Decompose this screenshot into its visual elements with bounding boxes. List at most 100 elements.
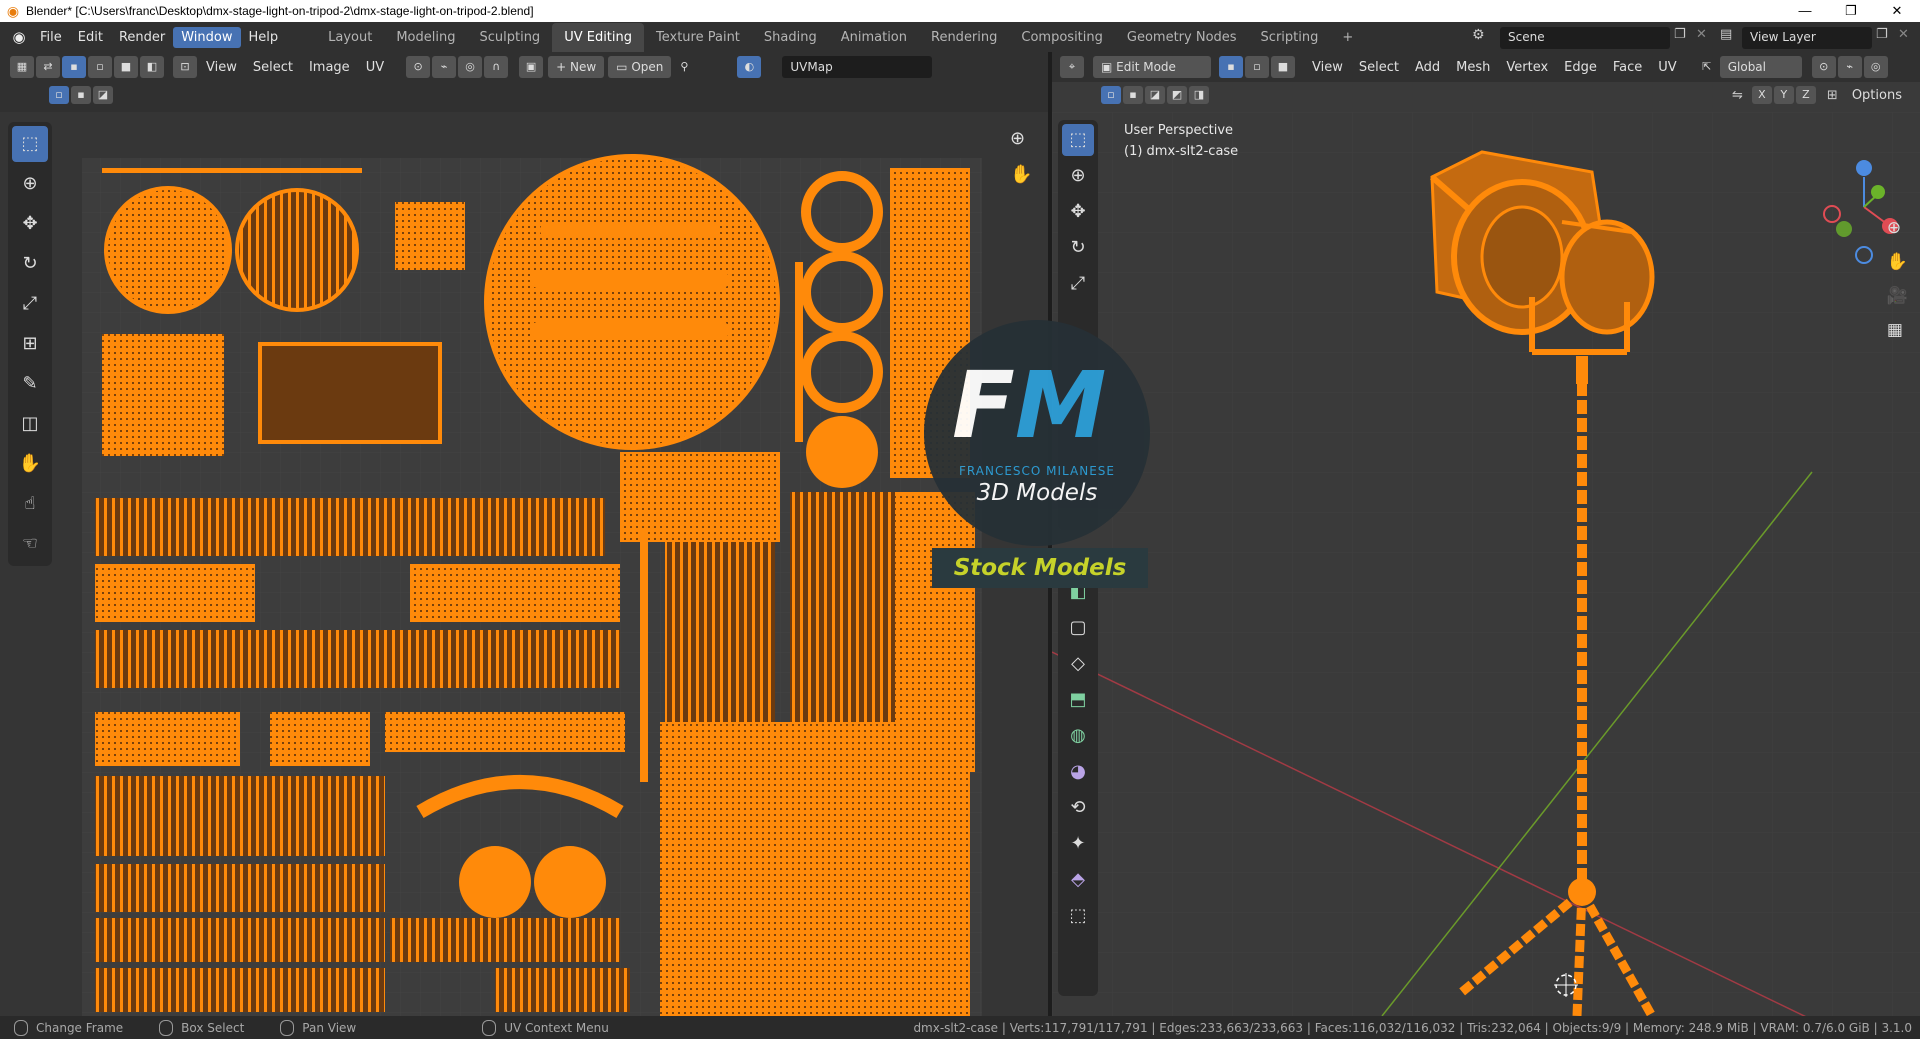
loop-cut-icon[interactable]: ⬒ bbox=[1062, 684, 1094, 716]
maximize-button[interactable]: ❐ bbox=[1828, 0, 1874, 22]
view-layer-remove-icon[interactable]: ✕ bbox=[1898, 27, 1909, 42]
viewport-proportional-icon[interactable]: ◎ bbox=[1863, 56, 1888, 78]
pivot-point-icon[interactable]: ⊙ bbox=[1811, 56, 1836, 78]
poly-build-icon[interactable]: ◕ bbox=[1062, 756, 1094, 788]
vp-select-box-icon[interactable]: ⬚ bbox=[1062, 124, 1094, 156]
vp-pan-icon[interactable]: ✋ bbox=[1887, 252, 1908, 272]
gizmo-neg-y-icon[interactable] bbox=[1836, 221, 1852, 237]
annotate-tool-icon[interactable]: ✎ bbox=[12, 366, 48, 402]
tab-scripting[interactable]: Scripting bbox=[1249, 23, 1331, 52]
rip-tool-icon[interactable]: ◫ bbox=[12, 406, 48, 442]
select-box-tool-icon[interactable]: ⬚ bbox=[12, 126, 48, 162]
view-layer-new-icon[interactable]: ❐ bbox=[1876, 27, 1888, 42]
vp-menu-add[interactable]: Add bbox=[1407, 60, 1448, 75]
spin-icon[interactable]: ⟲ bbox=[1062, 792, 1094, 824]
uv-canvas[interactable] bbox=[0, 112, 1048, 1016]
mirror-x-button[interactable]: X bbox=[1751, 86, 1772, 104]
tab-compositing[interactable]: Compositing bbox=[1009, 23, 1115, 52]
viewport-canvas[interactable] bbox=[1052, 112, 1920, 1016]
add-workspace-button[interactable]: + bbox=[1330, 23, 1365, 52]
close-button[interactable]: ✕ bbox=[1874, 0, 1920, 22]
shear-icon[interactable]: ⬚ bbox=[1062, 900, 1094, 932]
pinch-tool-icon[interactable]: ☜ bbox=[12, 526, 48, 562]
pivot-icon[interactable]: ⊙ bbox=[406, 56, 431, 78]
tab-uv-editing[interactable]: UV Editing bbox=[552, 22, 645, 52]
bevel-icon[interactable]: ◇ bbox=[1062, 648, 1094, 680]
menu-help[interactable]: Help bbox=[241, 27, 287, 48]
face-select-icon[interactable]: ■ bbox=[114, 56, 138, 78]
vp-menu-uv[interactable]: UV bbox=[1650, 60, 1684, 75]
scene-selector[interactable]: Scene bbox=[1500, 27, 1670, 49]
tab-animation[interactable]: Animation bbox=[829, 23, 919, 52]
pin-icon[interactable]: ⚲ bbox=[672, 56, 696, 78]
scene-new-icon[interactable]: ❐ bbox=[1674, 27, 1686, 42]
minimize-button[interactable]: — bbox=[1782, 0, 1828, 22]
vp-menu-select[interactable]: Select bbox=[1351, 60, 1407, 75]
tab-modeling[interactable]: Modeling bbox=[384, 23, 467, 52]
knife-icon[interactable]: ◍ bbox=[1062, 720, 1094, 752]
uv-menu-image[interactable]: Image bbox=[301, 60, 358, 75]
vp-menu-mesh[interactable]: Mesh bbox=[1448, 60, 1498, 75]
falloff-icon[interactable]: ∩ bbox=[484, 56, 509, 78]
vp-menu-view[interactable]: View bbox=[1304, 60, 1351, 75]
vp-scale-icon[interactable]: ⤢ bbox=[1062, 268, 1094, 300]
overlay-icon[interactable]: ◐ bbox=[737, 56, 762, 78]
mirror-y-button[interactable]: Y bbox=[1773, 86, 1794, 104]
uvmap-field[interactable]: UVMap bbox=[782, 56, 933, 78]
shrink-fatten-icon[interactable]: ⬘ bbox=[1062, 864, 1094, 896]
vp-grid-icon[interactable]: ▦ bbox=[1887, 320, 1908, 340]
proportional-edit-icon[interactable]: ◎ bbox=[458, 56, 483, 78]
transform-tool-icon[interactable]: ⊞ bbox=[12, 326, 48, 362]
rotate-tool-icon[interactable]: ↻ bbox=[12, 246, 48, 282]
orientation-selector[interactable]: Global bbox=[1719, 56, 1802, 78]
uv-menu-select[interactable]: Select bbox=[245, 60, 301, 75]
zoom-icon[interactable]: ⊕ bbox=[1010, 128, 1025, 149]
tab-rendering[interactable]: Rendering bbox=[919, 23, 1009, 52]
pan-hand-icon[interactable]: ✋ bbox=[1010, 164, 1032, 185]
vp-cursor-icon[interactable]: ⊕ bbox=[1062, 160, 1094, 192]
vp-select-difference-icon[interactable]: ◩ bbox=[1167, 86, 1187, 104]
tab-layout[interactable]: Layout bbox=[316, 23, 384, 52]
view-layer-icon[interactable]: ▤ bbox=[1720, 27, 1732, 42]
uv-menu-uv[interactable]: UV bbox=[358, 60, 392, 75]
orientation-icon[interactable]: ⇱ bbox=[1695, 56, 1719, 78]
vp-camera-icon[interactable]: 🎥 bbox=[1887, 286, 1908, 306]
menu-render[interactable]: Render bbox=[111, 27, 173, 48]
menu-edit[interactable]: Edit bbox=[70, 27, 111, 48]
new-image-button[interactable]: + New bbox=[548, 56, 605, 78]
gizmo-y-icon[interactable] bbox=[1871, 185, 1885, 199]
move-tool-icon[interactable]: ✥ bbox=[12, 206, 48, 242]
vp-menu-edge[interactable]: Edge bbox=[1556, 60, 1605, 75]
scene-remove-icon[interactable]: ✕ bbox=[1696, 27, 1707, 42]
open-image-button[interactable]: ▭ Open bbox=[608, 56, 672, 78]
tab-shading[interactable]: Shading bbox=[752, 23, 829, 52]
select-set-icon[interactable]: ▫ bbox=[49, 86, 69, 104]
mirror-z-button[interactable]: Z bbox=[1795, 86, 1816, 104]
relax-tool-icon[interactable]: ☝ bbox=[12, 486, 48, 522]
image-browse-icon[interactable]: ▣ bbox=[519, 56, 544, 78]
vp-move-icon[interactable]: ✥ bbox=[1062, 196, 1094, 228]
menu-window[interactable]: Window bbox=[173, 26, 241, 48]
vp-menu-vertex[interactable]: Vertex bbox=[1498, 60, 1556, 75]
face-mode-icon[interactable]: ■ bbox=[1271, 56, 1295, 78]
vp-select-subtract-icon[interactable]: ◪ bbox=[1145, 86, 1165, 104]
sticky-select-icon[interactable]: ⊡ bbox=[173, 56, 197, 78]
tab-geometry-nodes[interactable]: Geometry Nodes bbox=[1115, 23, 1249, 52]
island-select-icon[interactable]: ◧ bbox=[140, 56, 164, 78]
tab-sculpting[interactable]: Sculpting bbox=[467, 23, 552, 52]
edge-select-icon[interactable]: ▫ bbox=[88, 56, 112, 78]
mode-selector[interactable]: ▣ Edit Mode bbox=[1093, 56, 1211, 78]
scale-tool-icon[interactable]: ⤢ bbox=[12, 286, 48, 322]
editor-type-icon[interactable]: ▦ bbox=[10, 56, 34, 78]
tab-texture-paint[interactable]: Texture Paint bbox=[644, 23, 752, 52]
vp-select-intersect-icon[interactable]: ◨ bbox=[1189, 86, 1209, 104]
vp-zoom-icon[interactable]: ⊕ bbox=[1887, 218, 1908, 238]
scene-icon[interactable]: ⚙ bbox=[1472, 27, 1485, 43]
select-extend-icon[interactable]: ▪ bbox=[71, 86, 91, 104]
vp-select-extend-icon[interactable]: ▪ bbox=[1123, 86, 1143, 104]
vp-rotate-icon[interactable]: ↻ bbox=[1062, 232, 1094, 264]
vertex-mode-icon[interactable]: ▪ bbox=[1219, 56, 1243, 78]
uv-menu-view[interactable]: View bbox=[198, 60, 245, 75]
vertex-select-icon[interactable]: ▪ bbox=[62, 56, 86, 78]
view-layer-selector[interactable]: View Layer bbox=[1742, 27, 1872, 49]
